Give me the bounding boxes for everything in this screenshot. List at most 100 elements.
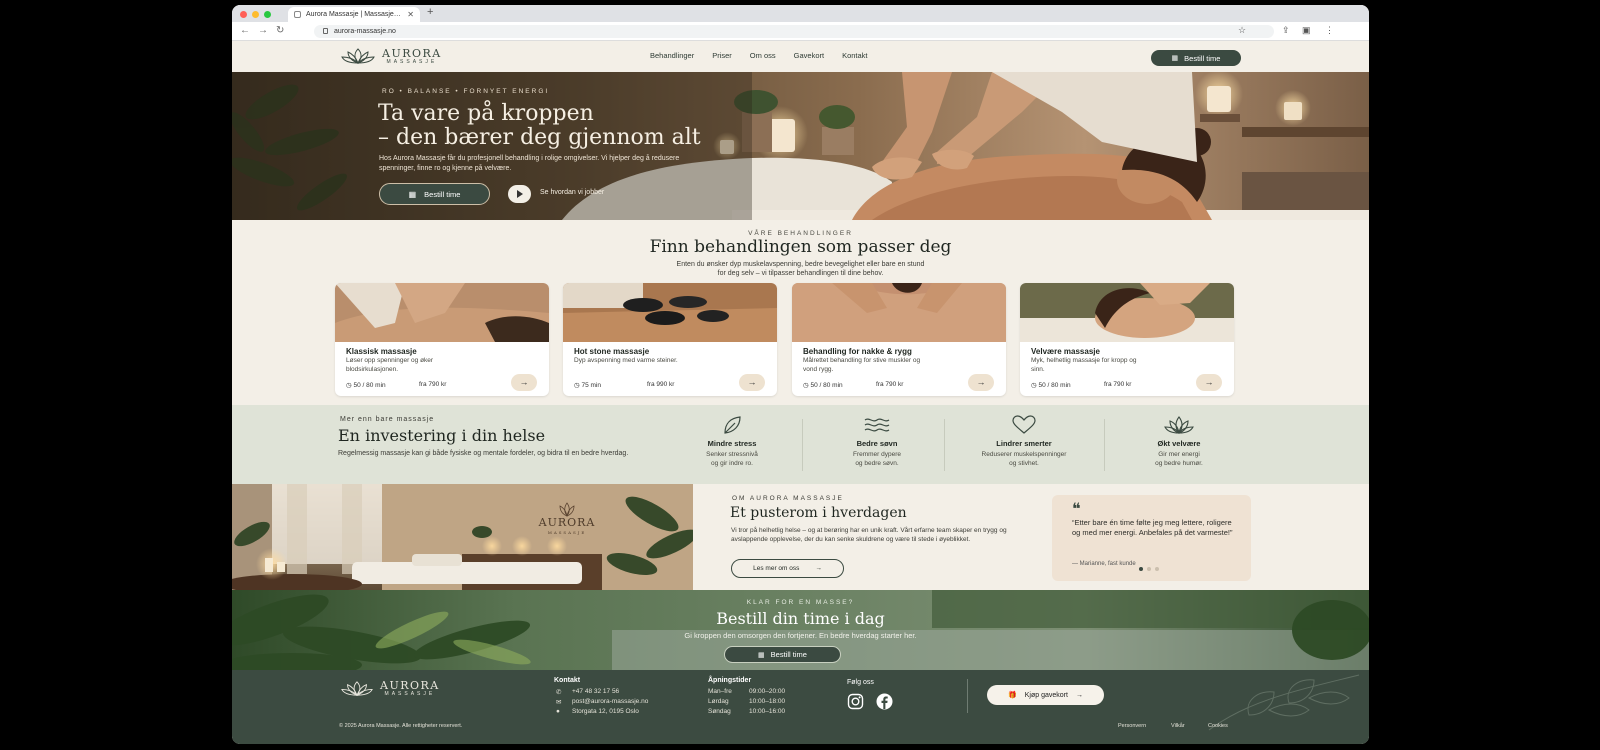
- treatment-card[interactable]: Hot stone massasje Dyp avspenning med va…: [563, 283, 777, 396]
- benefit-desc: Gir mer energi og bedre humør.: [1099, 450, 1259, 468]
- favicon-icon: [294, 11, 301, 18]
- carousel-dots: [1139, 567, 1159, 571]
- treatments-subtitle: Enten du ønsker dyp muskelavspenning, be…: [232, 260, 1369, 278]
- menu-item-priser[interactable]: Priser: [712, 51, 732, 60]
- footer-email[interactable]: post@aurora-massasje.no: [572, 698, 648, 705]
- forward-icon[interactable]: →: [258, 25, 268, 36]
- url-field[interactable]: aurora-massasje.no: [314, 25, 1274, 38]
- benefit-desc-line1: Senker stressnivå: [706, 451, 758, 458]
- carousel-dot[interactable]: [1147, 567, 1151, 571]
- gift-card-label: Kjøp gavekort: [1024, 691, 1068, 699]
- reload-icon[interactable]: ↻: [276, 25, 284, 36]
- close-window-button[interactable]: [240, 11, 247, 18]
- arrow-right-icon[interactable]: →: [511, 374, 537, 391]
- browser-menu-icon[interactable]: ⋮: [1325, 25, 1334, 36]
- footer-address: Storgata 12, 0195 Oslo: [572, 708, 639, 715]
- treatment-price: fra 790 kr: [419, 381, 447, 388]
- treatments-title: Finn behandlingen som passer deg: [649, 237, 952, 257]
- address-bar: ← → ↻ aurora-massasje.no ☆ ⇪ ▣ ⋮: [232, 22, 1369, 41]
- footer-logo[interactable]: AURORA MASSASJE: [340, 680, 440, 697]
- site-header: AURORA MASSASJE Behandlinger Priser Om o…: [232, 41, 1369, 72]
- site-logo[interactable]: AURORA MASSASJE: [340, 47, 442, 65]
- hero-book-label: Bestill time: [424, 189, 461, 199]
- minimize-window-button[interactable]: [252, 11, 259, 18]
- treatment-card[interactable]: Klassisk massasje Løser opp spenninger o…: [335, 283, 549, 396]
- footer-logo-sub: MASSASJE: [384, 691, 436, 697]
- treatment-image: [1020, 283, 1234, 342]
- hours-day: Søndag: [708, 708, 731, 715]
- extensions-icon[interactable]: ▣: [1302, 25, 1311, 36]
- about-title: Et pusterom i hverdagen: [730, 505, 907, 521]
- hours-time: 10:00–18:00: [749, 698, 786, 705]
- site-footer: AURORA MASSASJE Kontakt ✆ +47 48 32 17 5…: [232, 670, 1369, 744]
- carousel-dot[interactable]: [1155, 567, 1159, 571]
- footer-phone[interactable]: +47 48 32 17 56: [572, 688, 619, 695]
- back-icon[interactable]: ←: [240, 25, 250, 36]
- benefit-desc-line2: og stivhet.: [1009, 460, 1039, 467]
- testimonial-text: “Etter bare én time følte jeg meg letter…: [1072, 518, 1233, 537]
- benefits-section: Mer enn bare massasje En investering i d…: [232, 405, 1369, 484]
- heart-icon: [944, 415, 1104, 437]
- footer-link-vilkar[interactable]: Vilkår: [1171, 723, 1185, 729]
- treatments-subtitle-line1: Enten du ønsker dyp muskelavspenning, be…: [676, 261, 925, 268]
- instagram-icon[interactable]: [847, 693, 864, 710]
- hero-title: Ta vare på kroppen – den bærer deg gjenn…: [378, 102, 758, 150]
- browser-tab[interactable]: Aurora Massasje | Massasje… ✕: [288, 7, 420, 22]
- carousel-dot-active[interactable]: [1139, 567, 1143, 571]
- gift-card-button[interactable]: 🎁 Kjøp gavekort →: [987, 685, 1104, 705]
- treatment-image: [792, 283, 1006, 342]
- menu-item-behandlinger[interactable]: Behandlinger: [650, 51, 694, 60]
- treatment-duration: ◷ 75 min: [574, 381, 601, 389]
- footer-link-personvern[interactable]: Personvern: [1118, 723, 1146, 729]
- footer-link-cookies[interactable]: Cookies: [1208, 723, 1228, 729]
- hero-video-link[interactable]: Se hvordan vi jobber: [540, 189, 604, 196]
- menu-item-kontakt[interactable]: Kontakt: [842, 51, 867, 60]
- arrow-right-icon: →: [815, 565, 822, 572]
- menu-item-gavekort[interactable]: Gavekort: [794, 51, 824, 60]
- bookmark-star-icon[interactable]: ☆: [1238, 25, 1246, 36]
- gift-icon: 🎁: [1008, 692, 1017, 699]
- new-tab-icon[interactable]: +: [427, 6, 433, 18]
- treatment-desc: Myk, helhetlig massasje for kropp og sin…: [1031, 357, 1137, 373]
- main-menu: Behandlinger Priser Om oss Gavekort Kont…: [650, 51, 868, 60]
- benefits-eyebrow: Mer enn bare massasje: [340, 416, 435, 423]
- location-icon: ●: [556, 708, 560, 715]
- treatment-card[interactable]: Behandling for nakke & rygg Målrettet be…: [792, 283, 1006, 396]
- header-book-button[interactable]: ▦ Bestill time: [1151, 50, 1241, 66]
- maximize-window-button[interactable]: [264, 11, 271, 18]
- benefit-title: Bedre søvn: [856, 439, 898, 448]
- benefit-desc: Reduserer muskelspenninger og stivhet.: [944, 450, 1104, 468]
- benefit-title: Lindrer smerter: [996, 439, 1052, 448]
- cta-book-button[interactable]: ▦ Bestill time: [724, 646, 841, 663]
- calendar-icon: ▦: [408, 189, 417, 199]
- treatment-card[interactable]: Velvære massasje Myk, helhetlig massasje…: [1020, 283, 1234, 396]
- hero-book-button[interactable]: ▦ Bestill time: [379, 183, 490, 205]
- arrow-right-icon[interactable]: →: [739, 374, 765, 391]
- benefit-title: Økt velvære: [1157, 439, 1201, 448]
- clock-icon: ◷: [803, 382, 809, 389]
- facebook-icon[interactable]: [876, 693, 893, 710]
- close-tab-icon[interactable]: ✕: [407, 7, 414, 22]
- arrow-right-icon[interactable]: →: [968, 374, 994, 391]
- arrow-right-icon[interactable]: →: [1196, 374, 1222, 391]
- cta-eyebrow: KLAR FOR EN MASSE?: [746, 599, 855, 606]
- benefit-desc-line2: og bedre humør.: [1155, 460, 1203, 467]
- footer-logo-name: AURORA: [380, 679, 440, 692]
- url-text: aurora-massasje.no: [334, 28, 396, 35]
- read-more-button[interactable]: Les mer om oss →: [731, 559, 844, 578]
- about-section: AURORA MASSASJE OM AURORA MASSASJE Et pu…: [232, 484, 1369, 590]
- lotus-logo-icon: [341, 48, 375, 64]
- play-icon[interactable]: [508, 185, 531, 203]
- booking-cta-section: KLAR FOR EN MASSE? Bestill din time i da…: [232, 590, 1369, 670]
- treatment-image: [335, 283, 549, 342]
- treatment-desc: Målrettet behandling for stive muskler o…: [803, 357, 921, 373]
- divider: [967, 679, 968, 713]
- benefit-item: Bedre søvn Fremmer dypere og bedre søvn.: [797, 415, 957, 468]
- benefits-text: Regelmessig massasje kan gi både fysiske…: [338, 450, 629, 457]
- menu-item-om-oss[interactable]: Om oss: [750, 51, 776, 60]
- treatment-duration-text: 50 / 80 min: [810, 382, 843, 389]
- testimonial-card: ❝ “Etter bare én time følte jeg meg lett…: [1052, 495, 1251, 581]
- treatments-eyebrow: VÅRE BEHANDLINGER: [748, 230, 853, 237]
- hero-title-line2: – den bærer deg gjennom alt: [378, 125, 701, 150]
- share-icon[interactable]: ⇪: [1282, 25, 1290, 36]
